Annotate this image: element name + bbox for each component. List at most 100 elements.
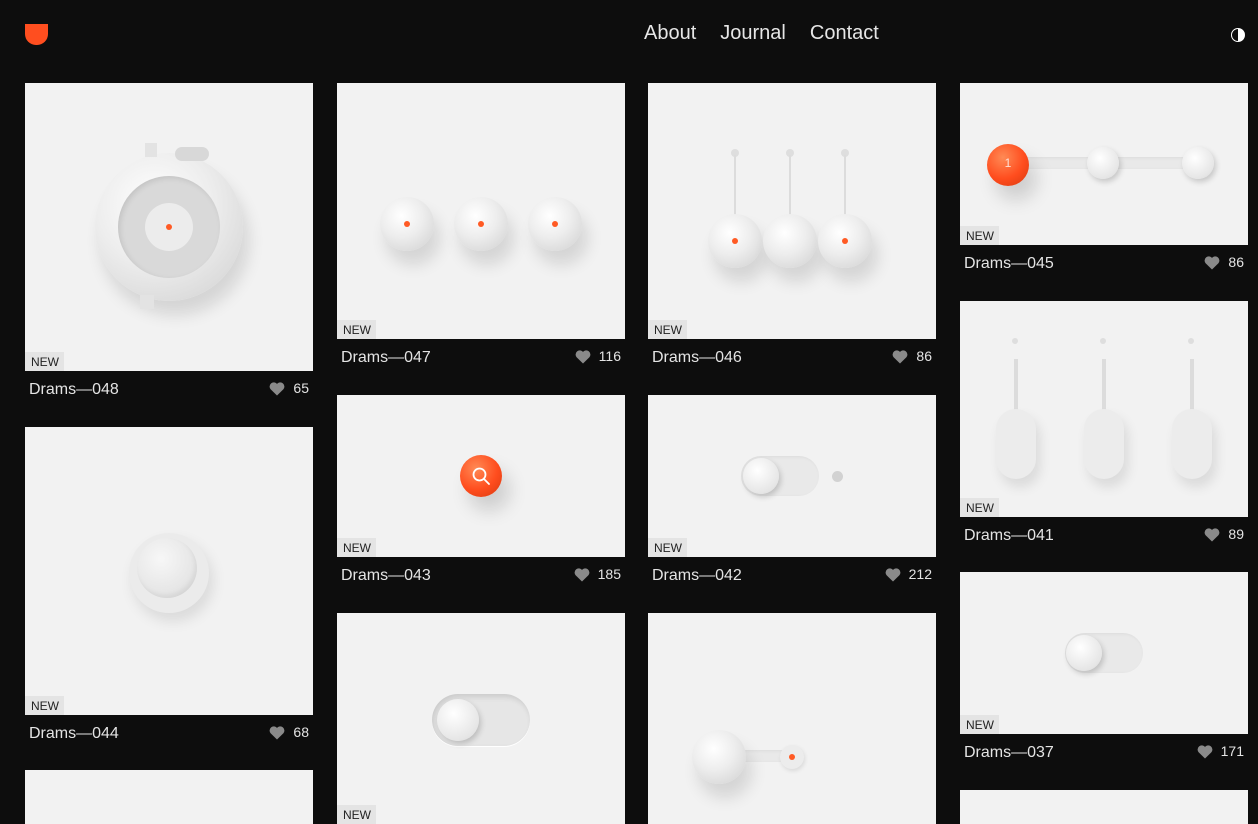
fader-cap bbox=[996, 409, 1036, 479]
card-drams-047[interactable]: NEW Drams—047 116 bbox=[337, 83, 625, 371]
heart-icon[interactable] bbox=[269, 725, 285, 740]
card-meta: Drams—045 86 bbox=[960, 252, 1248, 276]
like-count[interactable]: 89 bbox=[1204, 526, 1244, 542]
like-count[interactable]: 65 bbox=[269, 380, 309, 396]
card-title: Drams—043 bbox=[341, 567, 431, 584]
card-partial[interactable] bbox=[960, 790, 1248, 824]
dial-tab bbox=[140, 295, 154, 309]
search-icon bbox=[472, 467, 490, 485]
card-drams-043[interactable]: NEW Drams—043 185 bbox=[337, 395, 625, 589]
card-meta: Drams—041 89 bbox=[960, 524, 1248, 548]
top-nav: About Journal Contact bbox=[644, 22, 879, 45]
card-thumbnail: 1 NEW bbox=[960, 83, 1248, 245]
accent-dot bbox=[478, 221, 484, 227]
lever-ball bbox=[692, 730, 746, 784]
heart-icon[interactable] bbox=[575, 349, 591, 364]
card-drams-045[interactable]: 1 NEW Drams—045 86 bbox=[960, 83, 1248, 277]
card-drams-046[interactable]: NEW Drams—046 86 bbox=[648, 83, 936, 371]
slider-value: 1 bbox=[1004, 156, 1012, 170]
card-title: Drams—048 bbox=[29, 381, 119, 398]
heart-icon[interactable] bbox=[885, 567, 901, 582]
card-toggle-inset[interactable]: NEW bbox=[337, 613, 625, 824]
new-badge: NEW bbox=[337, 538, 376, 557]
accent-dot bbox=[552, 221, 558, 227]
like-count-value: 68 bbox=[293, 724, 309, 740]
toggle-knob bbox=[1066, 635, 1102, 671]
new-badge: NEW bbox=[648, 538, 687, 557]
new-badge: NEW bbox=[648, 320, 687, 339]
card-title: Drams—047 bbox=[341, 349, 431, 366]
fader-pin bbox=[1188, 338, 1194, 344]
search-button-illustration bbox=[460, 455, 502, 497]
card-thumbnail: NEW bbox=[25, 83, 313, 371]
card-title: Drams—046 bbox=[652, 349, 742, 366]
nav-journal[interactable]: Journal bbox=[720, 22, 786, 45]
new-badge: NEW bbox=[25, 696, 64, 715]
new-badge: NEW bbox=[25, 352, 64, 371]
like-count[interactable]: 86 bbox=[1204, 254, 1244, 270]
heart-icon[interactable] bbox=[269, 381, 285, 396]
like-count-value: 185 bbox=[597, 566, 621, 582]
heart-icon[interactable] bbox=[1204, 527, 1220, 542]
dial-tab bbox=[175, 147, 209, 161]
like-count[interactable]: 212 bbox=[885, 566, 932, 582]
card-partial[interactable] bbox=[25, 770, 313, 824]
like-count[interactable]: 86 bbox=[892, 348, 932, 364]
card-drams-048[interactable]: NEW Drams—048 65 bbox=[25, 83, 313, 403]
fader-pin bbox=[1100, 338, 1106, 344]
card-drams-037[interactable]: NEW Drams—037 171 bbox=[960, 572, 1248, 766]
nav-about[interactable]: About bbox=[644, 22, 696, 45]
new-badge: NEW bbox=[337, 805, 376, 824]
logo-icon[interactable] bbox=[25, 24, 48, 45]
card-title: Drams—044 bbox=[29, 725, 119, 742]
card-drams-044[interactable]: NEW Drams—044 68 bbox=[25, 427, 313, 747]
fader-pin bbox=[1012, 338, 1018, 344]
pendulum-ball bbox=[763, 214, 817, 268]
card-thumbnail: NEW bbox=[25, 427, 313, 715]
card-meta: Drams—042 212 bbox=[648, 564, 936, 588]
heart-icon[interactable] bbox=[1197, 744, 1213, 759]
new-badge: NEW bbox=[960, 715, 999, 734]
card-thumbnail bbox=[648, 613, 936, 824]
card-thumbnail: NEW bbox=[648, 395, 936, 557]
indicator-dot bbox=[832, 471, 843, 482]
accent-dot bbox=[732, 238, 738, 244]
pendulum-string bbox=[844, 155, 846, 215]
heart-icon[interactable] bbox=[574, 567, 590, 582]
like-count-value: 89 bbox=[1228, 526, 1244, 542]
pendulum-string bbox=[734, 155, 736, 215]
card-title: Drams—041 bbox=[964, 527, 1054, 544]
fader-cap bbox=[1172, 409, 1212, 479]
card-title: Drams—045 bbox=[964, 255, 1054, 272]
like-count[interactable]: 116 bbox=[575, 348, 621, 364]
pendulum-string bbox=[789, 155, 791, 215]
like-count-value: 86 bbox=[1228, 254, 1244, 270]
dial-tab bbox=[145, 143, 157, 157]
slider-stop bbox=[1182, 147, 1214, 179]
card-meta: Drams—047 116 bbox=[337, 346, 625, 370]
accent-dot bbox=[789, 754, 795, 760]
card-lever[interactable] bbox=[648, 613, 936, 824]
nav-contact[interactable]: Contact bbox=[810, 22, 879, 45]
card-meta: Drams—043 185 bbox=[337, 564, 625, 588]
heart-icon[interactable] bbox=[1204, 255, 1220, 270]
card-drams-042[interactable]: NEW Drams—042 212 bbox=[648, 395, 936, 589]
like-count-value: 212 bbox=[908, 566, 932, 582]
fader-rail bbox=[1190, 359, 1194, 411]
like-count[interactable]: 68 bbox=[269, 724, 309, 740]
card-title: Drams—037 bbox=[964, 744, 1054, 761]
button-face bbox=[137, 538, 197, 598]
card-drams-041[interactable]: NEW Drams—041 89 bbox=[960, 301, 1248, 551]
card-meta: Drams—048 65 bbox=[25, 378, 313, 402]
card-thumbnail bbox=[25, 770, 313, 824]
theme-toggle-icon[interactable] bbox=[1231, 28, 1245, 42]
like-count[interactable]: 185 bbox=[574, 566, 621, 582]
card-thumbnail: NEW bbox=[960, 572, 1248, 734]
heart-icon[interactable] bbox=[892, 349, 908, 364]
toggle-knob bbox=[743, 458, 779, 494]
card-meta: Drams—044 68 bbox=[25, 722, 313, 746]
toggle-knob bbox=[437, 699, 479, 741]
like-count[interactable]: 171 bbox=[1197, 743, 1244, 759]
fader-cap bbox=[1084, 409, 1124, 479]
card-thumbnail: NEW bbox=[337, 613, 625, 824]
